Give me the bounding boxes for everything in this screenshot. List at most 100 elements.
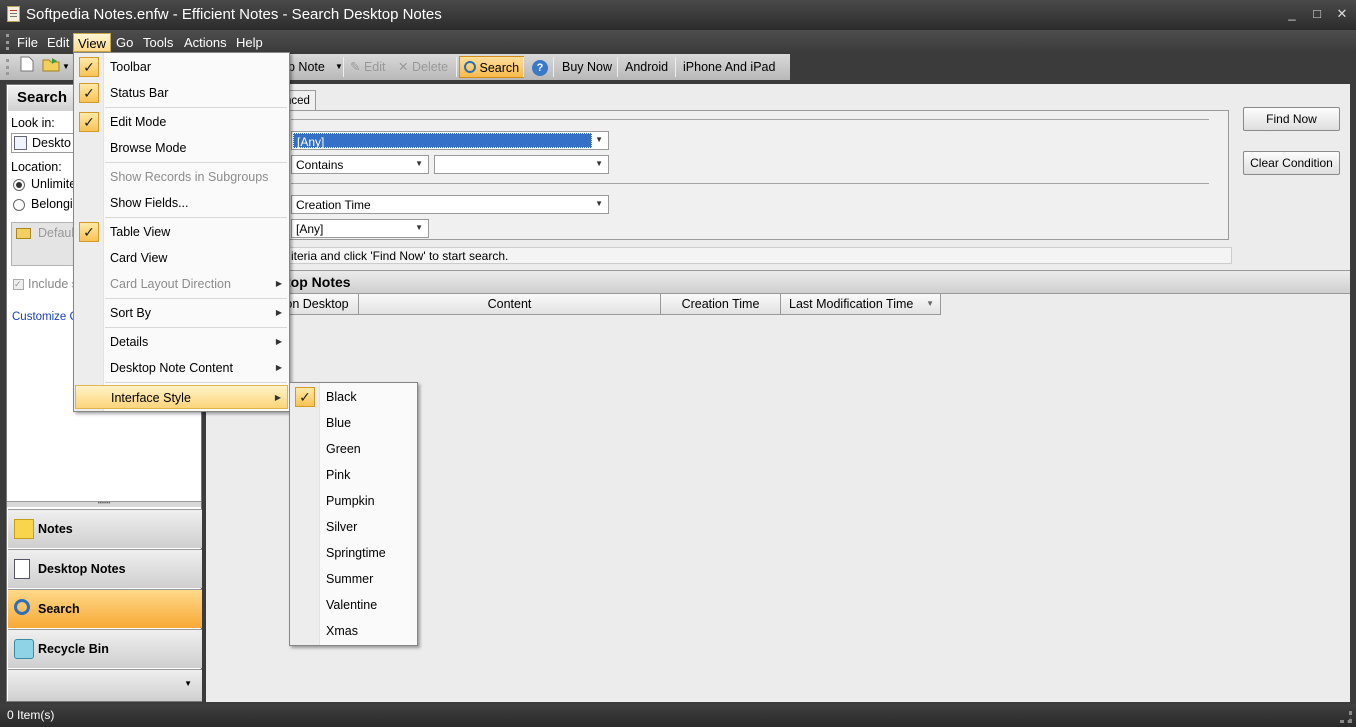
style-label: Green: [326, 442, 361, 456]
menuitem-browse-mode[interactable]: Browse Mode: [75, 136, 288, 160]
new-document-icon[interactable]: [16, 56, 38, 78]
splitter-handle[interactable]: ••••••: [7, 501, 201, 507]
nav-search[interactable]: Search: [8, 589, 202, 628]
style-label: Black: [326, 390, 357, 404]
style-label: Pink: [326, 468, 351, 482]
menu-separator: [105, 382, 287, 383]
nav-notes[interactable]: Notes: [8, 509, 202, 548]
style-xmas[interactable]: Xmas: [291, 618, 416, 644]
search-hint: iteria and click 'Find Now' to start sea…: [210, 247, 1232, 264]
location-label: Location:: [11, 160, 62, 174]
close-button[interactable]: ✕: [1332, 6, 1352, 22]
style-black[interactable]: ✓ Black: [291, 384, 416, 410]
menuitem-label: Details: [110, 335, 149, 349]
style-pumpkin[interactable]: Pumpkin: [291, 488, 416, 514]
time-field-combo-value: Creation Time: [296, 198, 371, 212]
nav-recycle-bin[interactable]: Recycle Bin: [8, 629, 202, 668]
check-icon: ✓: [79, 112, 99, 132]
menuitem-status-bar[interactable]: ✓ Status Bar: [75, 81, 288, 105]
style-green[interactable]: Green: [291, 436, 416, 462]
menuitem-show-fields[interactable]: Show Fields...: [75, 191, 288, 215]
menuitem-label: Card View: [110, 251, 168, 265]
col-content[interactable]: Content: [359, 294, 661, 315]
app-icon: [7, 6, 20, 22]
radio-unlimited[interactable]: [13, 179, 25, 191]
menuitem-label: Browse Mode: [110, 141, 187, 155]
menu-view[interactable]: View: [73, 33, 111, 52]
recycle-bin-icon: [14, 639, 34, 659]
menuitem-toolbar[interactable]: ✓ Toolbar: [75, 55, 288, 79]
magnifier-icon: [464, 61, 476, 73]
menuitem-label: Show Records in Subgroups: [110, 170, 269, 184]
android-button[interactable]: Android: [621, 56, 672, 78]
col-last-modification[interactable]: Last Modification Time ▼: [781, 294, 941, 315]
toolbar-separator: [553, 57, 554, 77]
style-valentine[interactable]: Valentine: [291, 592, 416, 618]
menu-tools[interactable]: Tools: [139, 33, 177, 52]
menuitem-table-view[interactable]: ✓ Table View: [75, 220, 288, 244]
style-pink[interactable]: Pink: [291, 462, 416, 488]
nav-overflow[interactable]: ▼: [8, 669, 202, 701]
items-count: 0 Item(s): [7, 708, 55, 722]
nav-desktop-notes-label: Desktop Notes: [38, 562, 126, 576]
menuitem-edit-mode[interactable]: ✓ Edit Mode: [75, 110, 288, 134]
find-now-button[interactable]: Find Now: [1243, 107, 1340, 131]
search-label: Search: [479, 61, 520, 75]
operator-combo[interactable]: Contains ▼: [291, 155, 429, 174]
status-bar: 0 Item(s): [0, 704, 1356, 727]
value-combo[interactable]: ▼: [434, 155, 609, 174]
pencil-icon: ✎: [350, 60, 361, 74]
menu-help[interactable]: Help: [232, 33, 267, 52]
nav-desktop-notes[interactable]: Desktop Notes: [8, 549, 202, 588]
menuitem-interface-style[interactable]: Interface Style ▶: [75, 385, 288, 409]
style-silver[interactable]: Silver: [291, 514, 416, 540]
menuitem-card-view[interactable]: Card View: [75, 246, 288, 270]
menuitem-label: Toolbar: [110, 60, 151, 74]
edit-button[interactable]: ✎ Edit: [346, 56, 390, 78]
style-springtime[interactable]: Springtime: [291, 540, 416, 566]
style-label: Summer: [326, 572, 374, 586]
search-button[interactable]: Search: [459, 56, 525, 78]
menuitem-card-layout-direction[interactable]: Card Layout Direction ▶: [75, 272, 288, 296]
col-creation-time[interactable]: Creation Time: [661, 294, 781, 315]
search-condition-box: [Any] ▼ Contains ▼ ▼ Creation Time ▼ [An…: [210, 110, 1229, 240]
menu-bar: File Edit View Go Tools Actions Help: [0, 30, 1356, 54]
resize-grip-icon[interactable]: [1340, 711, 1352, 723]
iphone-ipad-button[interactable]: iPhone And iPad: [679, 56, 779, 78]
style-summer[interactable]: Summer: [291, 566, 416, 592]
menuitem-show-records-subgroups[interactable]: Show Records in Subgroups: [75, 165, 288, 189]
delete-button[interactable]: ✕ Delete: [394, 56, 452, 78]
radio-unlimited-label: Unlimite: [31, 177, 77, 191]
search-icon: [14, 599, 30, 615]
new-note-dropdown-icon[interactable]: ▼: [331, 56, 347, 78]
menuitem-details[interactable]: Details ▶: [75, 330, 288, 354]
time-range-combo-value: [Any]: [296, 222, 324, 236]
minimize-button[interactable]: _: [1282, 6, 1302, 22]
menuitem-desktop-note-content[interactable]: Desktop Note Content ▶: [75, 356, 288, 380]
menu-go[interactable]: Go: [112, 33, 137, 52]
menu-separator: [105, 107, 287, 108]
field-combo[interactable]: [Any] ▼: [291, 131, 609, 150]
menu-file[interactable]: File: [13, 33, 42, 52]
help-icon[interactable]: ?: [528, 56, 552, 78]
clear-condition-button[interactable]: Clear Condition: [1243, 151, 1340, 175]
menu-actions[interactable]: Actions: [180, 33, 231, 52]
time-range-combo[interactable]: [Any] ▼: [291, 219, 429, 238]
chevron-down-icon: ▼: [595, 135, 603, 144]
include-checkbox[interactable]: ✓: [13, 279, 24, 290]
menu-edit[interactable]: Edit: [43, 33, 73, 52]
check-icon: ✓: [79, 222, 99, 242]
time-field-combo[interactable]: Creation Time ▼: [291, 195, 609, 214]
look-in-combo[interactable]: Deskto: [11, 133, 81, 153]
chevron-down-icon: ▼: [415, 223, 423, 232]
check-icon: ✓: [79, 83, 99, 103]
desktop-notes-icon: [14, 559, 30, 579]
buy-now-button[interactable]: Buy Now: [558, 56, 616, 78]
style-blue[interactable]: Blue: [291, 410, 416, 436]
menuitem-sort-by[interactable]: Sort By ▶: [75, 301, 288, 325]
folder-select-box[interactable]: Default: [11, 222, 78, 266]
new-desktop-note-button[interactable]: p Note: [284, 56, 329, 78]
radio-belonging[interactable]: [13, 199, 25, 211]
open-dropdown-icon[interactable]: ▼: [58, 56, 74, 78]
maximize-button[interactable]: □: [1307, 6, 1327, 22]
